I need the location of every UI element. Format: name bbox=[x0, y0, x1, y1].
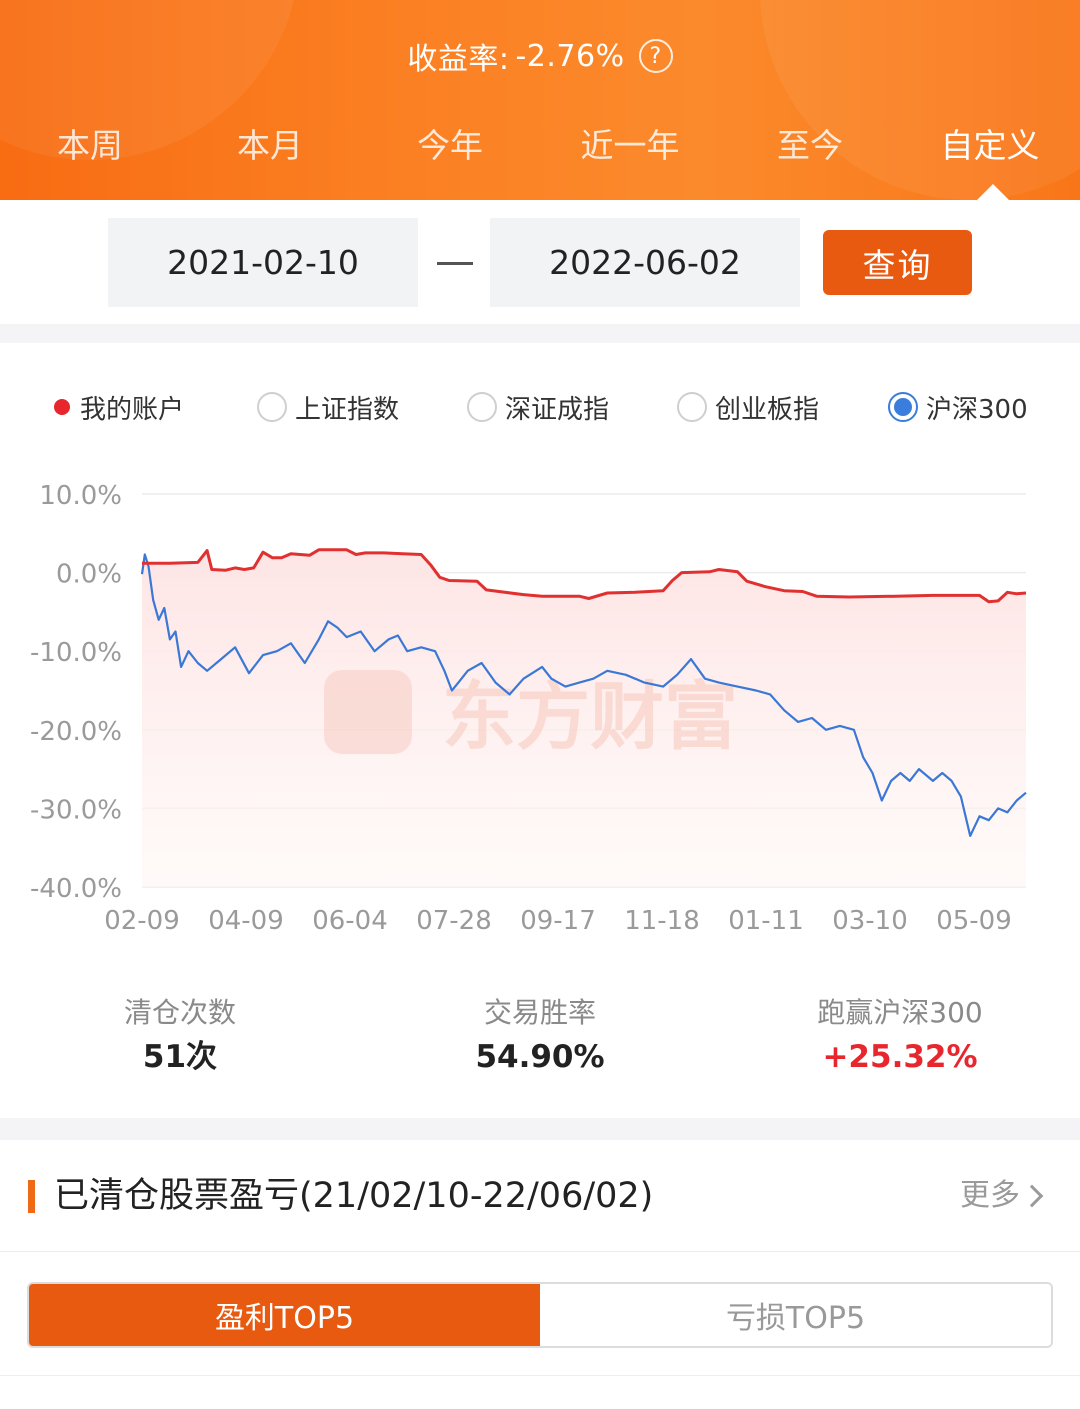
stat-clear-count: 清仓次数 51次 bbox=[0, 995, 360, 1081]
return-chart: 东方财富 10.0% 0.0% -10.0% -20.0% -30.0% -40.0% 0… bbox=[30, 481, 1027, 936]
section-title: 已清仓股票盈亏(21/02/10-22/06/02) bbox=[54, 1176, 654, 1216]
stat-value: 54.90% bbox=[475, 1039, 605, 1075]
legend-label: 沪深300 bbox=[926, 394, 1028, 425]
legend-chinext-index[interactable]: 创业板指 bbox=[677, 385, 819, 429]
stat-beat-csi300: 跑赢沪深300 +25.32% bbox=[720, 995, 1080, 1081]
stats-row: 清仓次数 51次 交易胜率 54.90% 跑赢沪深300 +25.32% bbox=[0, 995, 1080, 1085]
x-tick-label: 09-17 bbox=[520, 906, 596, 936]
x-tick-label: 05-09 bbox=[936, 906, 1012, 936]
chart-legend: 我的账户 上证指数 深证成指 创业板指 沪深300 bbox=[0, 385, 1080, 429]
legend-label: 深证成指 bbox=[505, 394, 610, 425]
profit-top5-button[interactable]: 盈利TOP5 bbox=[29, 1284, 540, 1346]
date-range-bar: 2021-02-10 2022-06-02 查询 bbox=[0, 200, 1080, 324]
x-tick-label: 01-11 bbox=[728, 906, 804, 936]
legend-my-account: 我的账户 bbox=[54, 385, 184, 429]
yield-value: -2.76% bbox=[515, 38, 625, 74]
tab-this-year[interactable]: 今年 bbox=[360, 118, 540, 174]
x-tick-label: 11-18 bbox=[624, 906, 700, 936]
profit-loss-toggle: 盈利TOP5 亏损TOP5 bbox=[27, 1282, 1053, 1348]
stat-label: 清仓次数 bbox=[123, 996, 236, 1029]
x-tick-label: 04-09 bbox=[208, 906, 284, 936]
start-date-field[interactable]: 2021-02-10 bbox=[108, 218, 418, 307]
stat-value: 51次 bbox=[142, 1039, 218, 1075]
tab-month[interactable]: 本月 bbox=[180, 118, 360, 174]
x-tick-label: 03-10 bbox=[832, 906, 908, 936]
yield-row: 收益率: -2.76% ? bbox=[0, 32, 1080, 80]
radio-checked-icon[interactable] bbox=[888, 392, 918, 422]
legend-label: 创业板指 bbox=[715, 394, 820, 425]
y-tick-label: 0.0% bbox=[56, 560, 122, 590]
more-link[interactable]: 更多 bbox=[960, 1174, 1020, 1218]
x-tick-label: 06-04 bbox=[312, 906, 388, 936]
divider bbox=[0, 324, 1080, 343]
loss-top5-button[interactable]: 亏损TOP5 bbox=[540, 1284, 1051, 1346]
y-tick-label: 10.0% bbox=[39, 481, 122, 511]
tab-week[interactable]: 本周 bbox=[0, 118, 180, 174]
period-tabs: 本周 本月 今年 近一年 至今 自定义 bbox=[0, 118, 1080, 174]
divider bbox=[0, 1118, 1080, 1140]
x-tick-label: 07-28 bbox=[416, 906, 492, 936]
watermark-logo bbox=[324, 670, 412, 754]
tab-custom[interactable]: 自定义 bbox=[900, 118, 1080, 174]
legend-label: 我的账户 bbox=[80, 394, 185, 425]
help-icon[interactable]: ? bbox=[638, 39, 673, 73]
yield-label: 收益率: bbox=[407, 42, 510, 77]
date-separator bbox=[437, 262, 473, 265]
y-tick-label: -10.0% bbox=[30, 638, 122, 668]
query-button[interactable]: 查询 bbox=[823, 230, 972, 295]
legend-szse-index[interactable]: 深证成指 bbox=[467, 385, 609, 429]
radio-icon[interactable] bbox=[677, 392, 707, 422]
legend-csi300[interactable]: 沪深300 bbox=[888, 385, 1028, 429]
chevron-right-icon[interactable] bbox=[1020, 1184, 1044, 1208]
y-tick-label: -40.0% bbox=[30, 874, 122, 904]
divider bbox=[0, 1375, 1080, 1376]
watermark-text: 东方财富 bbox=[442, 674, 738, 760]
radio-icon[interactable] bbox=[257, 392, 287, 422]
tab-to-date[interactable]: 至今 bbox=[720, 118, 900, 174]
stat-label: 交易胜率 bbox=[483, 996, 596, 1029]
y-tick-label: -20.0% bbox=[30, 717, 122, 747]
header: 收益率: -2.76% ? 本周 本月 今年 近一年 至今 自定义 bbox=[0, 0, 1080, 200]
legend-label: 上证指数 bbox=[295, 394, 400, 425]
legend-dot-icon bbox=[54, 399, 70, 415]
radio-icon[interactable] bbox=[467, 392, 497, 422]
active-tab-indicator bbox=[976, 184, 1010, 200]
cleared-stocks-header: 已清仓股票盈亏(21/02/10-22/06/02) 更多 bbox=[0, 1140, 1080, 1252]
stat-value: +25.32% bbox=[822, 1039, 978, 1075]
stat-win-rate: 交易胜率 54.90% bbox=[360, 995, 720, 1081]
tab-last-year[interactable]: 近一年 bbox=[540, 118, 720, 174]
stat-label: 跑赢沪深300 bbox=[817, 996, 983, 1029]
section-accent-bar bbox=[28, 1180, 35, 1213]
end-date-field[interactable]: 2022-06-02 bbox=[490, 218, 800, 307]
x-tick-label: 02-09 bbox=[104, 906, 180, 936]
y-tick-label: -30.0% bbox=[30, 795, 122, 825]
legend-sse-index[interactable]: 上证指数 bbox=[257, 385, 399, 429]
